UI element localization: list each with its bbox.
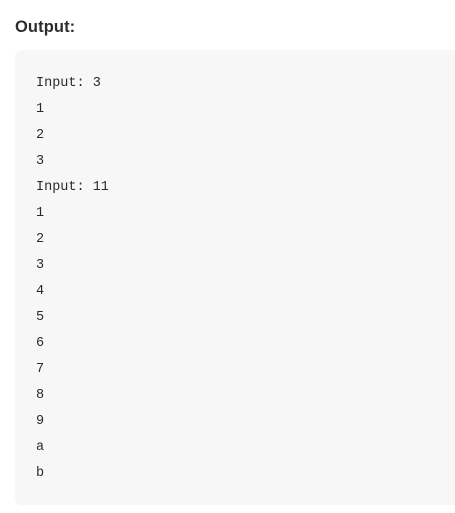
output-line: 5 bbox=[36, 310, 45, 325]
output-line: 3 bbox=[36, 154, 45, 169]
page: Output: Input: 3 1 2 3 Input: 11 1 2 3 4… bbox=[0, 0, 455, 513]
output-heading: Output: bbox=[15, 18, 76, 36]
output-line: 8 bbox=[36, 388, 45, 403]
output-line: 2 bbox=[36, 232, 45, 247]
output-line: Input: 3 bbox=[36, 76, 101, 91]
output-line: b bbox=[36, 466, 45, 481]
output-line: 1 bbox=[36, 102, 45, 117]
output-line: 6 bbox=[36, 336, 45, 351]
output-line: a bbox=[36, 440, 45, 455]
output-line: 9 bbox=[36, 414, 45, 429]
output-line: 2 bbox=[36, 128, 45, 143]
output-line: 7 bbox=[36, 362, 45, 377]
output-line: 4 bbox=[36, 284, 45, 299]
output-line: 3 bbox=[36, 258, 45, 273]
output-code-block: Input: 3 1 2 3 Input: 11 1 2 3 4 5 6 7 8… bbox=[15, 50, 455, 505]
output-line: Input: 11 bbox=[36, 180, 109, 195]
output-line: 1 bbox=[36, 206, 45, 221]
